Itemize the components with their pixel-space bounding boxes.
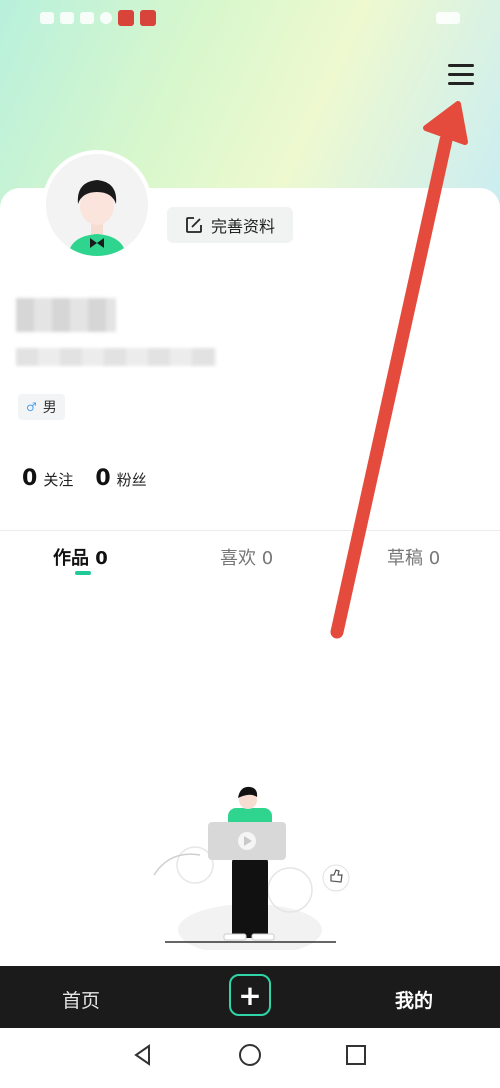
menu-icon-line	[448, 64, 474, 67]
system-navigation-bar	[0, 1028, 500, 1083]
edit-profile-button[interactable]: 完善资料	[167, 207, 293, 243]
tab-works[interactable]: 作品 0	[53, 544, 108, 570]
tab-drafts[interactable]: 草稿 0	[387, 544, 440, 570]
menu-icon[interactable]	[446, 62, 476, 88]
username-blurred	[16, 298, 116, 332]
home-icon[interactable]	[237, 1042, 263, 1068]
gender-label: 男	[42, 400, 57, 416]
recent-apps-icon[interactable]	[343, 1042, 369, 1068]
message-icon	[80, 12, 94, 24]
followers-count: 0	[95, 466, 111, 491]
status-bar-left	[40, 10, 156, 26]
avatar[interactable]	[42, 150, 152, 260]
tab-likes[interactable]: 喜欢 0	[220, 544, 273, 570]
signal-icon	[40, 12, 54, 24]
following-stat[interactable]: 0 关注	[22, 466, 73, 491]
tab-active-indicator	[75, 571, 91, 575]
avatar-illustration	[46, 154, 148, 256]
status-bar-right	[436, 12, 460, 24]
edit-icon	[186, 217, 202, 233]
edit-profile-label: 完善资料	[210, 217, 275, 236]
male-icon: ♂	[26, 400, 37, 414]
battery-icon	[436, 12, 460, 24]
back-icon[interactable]	[130, 1042, 156, 1068]
empty-state-illustration	[153, 786, 350, 950]
followers-stat[interactable]: 0 粉丝	[95, 466, 146, 491]
nav-mine[interactable]: 我的	[395, 986, 433, 1013]
menu-icon-line	[448, 82, 474, 85]
music-icon	[100, 12, 112, 24]
menu-icon-line	[448, 73, 474, 76]
app-icon	[118, 10, 134, 26]
follow-stats: 0 关注 0 粉丝	[22, 466, 147, 491]
app-icon	[140, 10, 156, 26]
following-label: 关注	[43, 471, 74, 489]
gender-badge: ♂ 男	[18, 394, 65, 420]
divider	[0, 530, 500, 531]
create-post-button[interactable]: +	[229, 974, 271, 1016]
wifi-icon	[60, 12, 74, 24]
plus-icon: +	[238, 978, 262, 1012]
user-id-blurred	[16, 348, 216, 366]
following-count: 0	[22, 466, 38, 491]
followers-label: 粉丝	[116, 471, 147, 489]
nav-home[interactable]: 首页	[62, 986, 100, 1013]
status-bar	[0, 0, 500, 36]
